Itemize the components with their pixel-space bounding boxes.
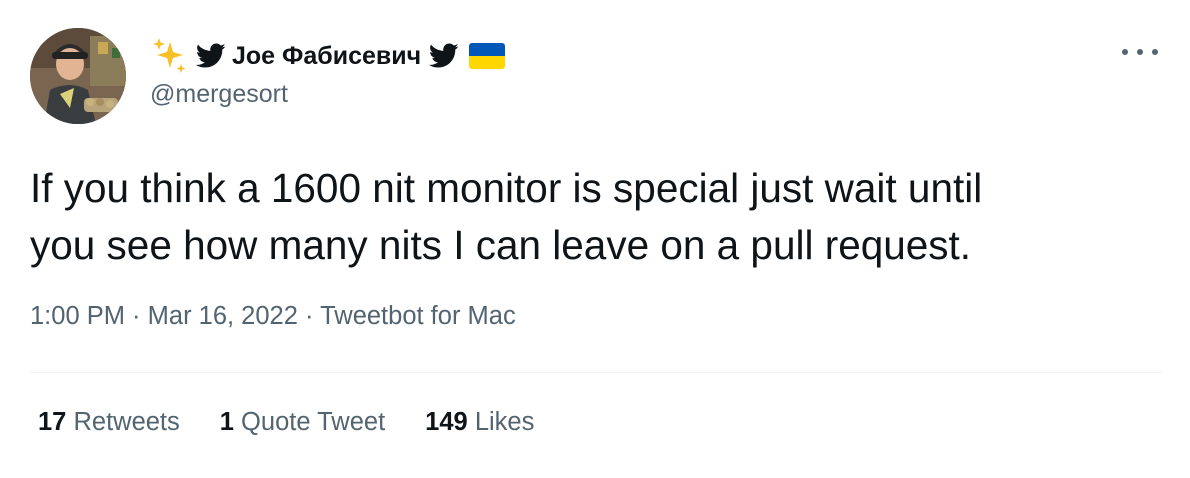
tweet-date[interactable]: Mar 16, 2022 bbox=[148, 302, 298, 330]
meta-separator: · bbox=[297, 302, 321, 330]
author-display-name[interactable]: Joe Фабисевич bbox=[232, 42, 421, 71]
quote-tweets-stat[interactable]: 1 Quote Tweet bbox=[220, 408, 385, 437]
quote-tweets-label: Quote Tweet bbox=[241, 408, 386, 436]
avatar[interactable] bbox=[30, 28, 126, 124]
more-options-button[interactable] bbox=[1122, 40, 1158, 64]
tweet-source[interactable]: Tweetbot for Mac bbox=[320, 302, 516, 330]
tweet-meta: 1:00 PM · Mar 16, 2022 · Tweetbot for Ma… bbox=[30, 302, 516, 331]
retweets-label: Retweets bbox=[73, 408, 180, 436]
ukraine-flag-icon bbox=[469, 43, 506, 69]
author-name-row[interactable]: Joe Фабисевич bbox=[150, 36, 506, 76]
more-dot-icon bbox=[1152, 49, 1158, 55]
tweet-text: If you think a 1600 nit monitor is speci… bbox=[30, 160, 1160, 274]
meta-separator: · bbox=[124, 302, 148, 330]
tweet-text-line: If you think a 1600 nit monitor is speci… bbox=[30, 165, 983, 211]
more-dot-icon bbox=[1137, 49, 1143, 55]
retweets-stat[interactable]: 17 Retweets bbox=[38, 408, 180, 437]
twitter-bird-icon bbox=[196, 43, 226, 68]
likes-count: 149 bbox=[425, 408, 468, 436]
tweet-stats: 17 Retweets 1 Quote Tweet 149 Likes bbox=[38, 408, 574, 437]
tweet-text-line: you see how many nits I can leave on a p… bbox=[30, 222, 972, 268]
divider bbox=[30, 372, 1162, 373]
quote-tweets-count: 1 bbox=[219, 408, 234, 436]
retweets-count: 17 bbox=[38, 408, 67, 436]
tweet-time[interactable]: 1:00 PM bbox=[30, 302, 125, 330]
author-handle[interactable]: @mergesort bbox=[150, 80, 288, 109]
twitter-bird-icon bbox=[429, 43, 459, 68]
likes-stat[interactable]: 149 Likes bbox=[425, 408, 534, 437]
sparkles-icon bbox=[153, 38, 186, 73]
more-dot-icon bbox=[1122, 49, 1128, 55]
likes-label: Likes bbox=[474, 408, 535, 436]
